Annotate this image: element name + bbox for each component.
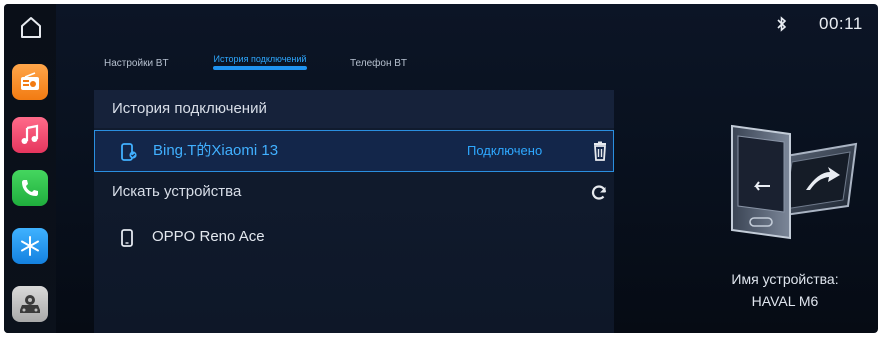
trash-icon[interactable] xyxy=(591,141,609,161)
music-app-icon[interactable] xyxy=(12,117,48,153)
phone-app-icon[interactable] xyxy=(12,170,48,206)
connection-panel: История подключений Bing.T的Xiaomi 13 Под… xyxy=(94,90,614,333)
history-header: История подключений xyxy=(94,90,614,128)
device-name-value: HAVAL M6 xyxy=(751,293,819,309)
app-dock xyxy=(4,4,56,333)
phone-icon xyxy=(120,229,136,247)
found-device-name: OPPO Reno Ace xyxy=(152,228,265,245)
tab-connection-history-label: История подключений xyxy=(213,54,307,64)
vehicle-settings-app-icon[interactable] xyxy=(12,286,48,322)
device-name-info: Имя устройства: HAVAL M6 xyxy=(710,268,860,312)
radio-app-icon[interactable] xyxy=(12,64,48,100)
refresh-icon[interactable] xyxy=(590,184,608,202)
device-name-label: Имя устройства: xyxy=(731,271,839,287)
clock: 00:11 xyxy=(819,14,863,33)
bluetooth-icon xyxy=(777,16,787,32)
connection-status: Подключено xyxy=(467,143,543,158)
connected-device-row[interactable]: Bing.T的Xiaomi 13 Подключено xyxy=(94,130,614,172)
found-device-row[interactable]: OPPO Reno Ace xyxy=(94,217,614,259)
tab-bt-phone[interactable]: Телефон BT xyxy=(350,59,407,69)
climate-app-icon[interactable] xyxy=(12,228,48,264)
tab-bt-settings[interactable]: Настройки BT xyxy=(104,59,169,69)
device-transfer-illustration xyxy=(718,120,864,244)
phone-connected-icon xyxy=(121,143,137,161)
home-icon[interactable] xyxy=(18,14,44,40)
infotainment-screen: 00:11 Настройки BT История подключений Т… xyxy=(4,4,878,333)
tab-connection-history[interactable]: История подключений xyxy=(212,54,308,70)
active-tab-indicator xyxy=(213,66,307,70)
search-devices-header: Искать устройства xyxy=(112,183,242,200)
connected-device-name: Bing.T的Xiaomi 13 xyxy=(153,142,279,159)
